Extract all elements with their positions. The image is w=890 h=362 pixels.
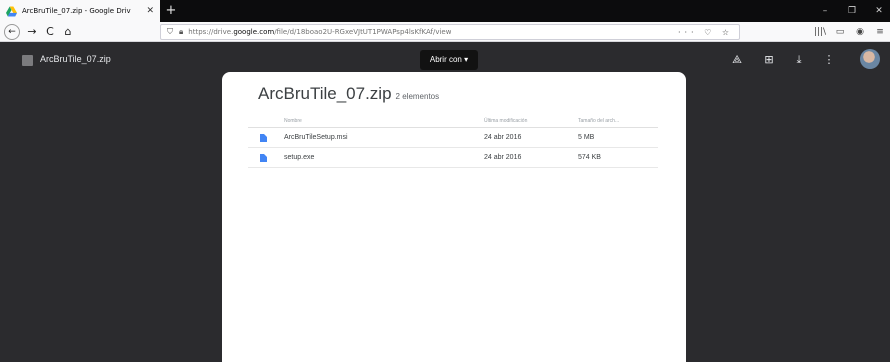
file-modified: 24 abr 2016 — [484, 134, 522, 141]
browser-toolbar: ← → C ⌂ ⛉ 🔒︎ https://drive.google.com/fi… — [0, 22, 890, 42]
minimize-button[interactable]: – — [816, 3, 834, 19]
shield-icon[interactable]: ⛉ — [167, 27, 173, 37]
table-header: Nombre Última modificación Tamaño del ar… — [248, 112, 658, 128]
file-table: Nombre Última modificación Tamaño del ar… — [248, 112, 658, 168]
download-icon[interactable]: ⤓ — [792, 53, 806, 67]
document-icon — [260, 154, 267, 162]
open-with-label: Abrir con — [429, 55, 462, 64]
back-button[interactable]: ← — [4, 24, 20, 40]
add-to-drive-icon[interactable]: ⟁ — [730, 53, 744, 67]
viewer-file-name: ArcBruTile_07.zip — [40, 54, 111, 64]
document-icon — [260, 134, 267, 142]
file-modified: 24 abr 2016 — [484, 154, 522, 161]
tab-close-icon[interactable]: ✕ — [146, 6, 154, 16]
menu-icon[interactable]: ≡ — [872, 24, 888, 40]
table-row[interactable]: setup.exe 24 abr 2016 574 KB — [248, 148, 658, 168]
avatar[interactable] — [860, 49, 880, 69]
library-icon[interactable]: |||\ — [812, 24, 828, 40]
url-bar[interactable]: ⛉ 🔒︎ https://drive.google.com/file/d/18b… — [160, 24, 740, 40]
sidebar-icon[interactable]: ▭ — [832, 24, 848, 40]
reload-button[interactable]: C — [42, 24, 58, 40]
file-name: ArcBruTileSetup.msi — [284, 134, 348, 141]
item-count: 2 elementos — [395, 92, 440, 101]
file-name: setup.exe — [284, 154, 315, 161]
column-name: Nombre — [284, 118, 302, 124]
caret-down-icon: ▾ — [464, 55, 469, 64]
url-text[interactable]: https://drive.google.com/file/d/18boao2U… — [188, 28, 451, 36]
page-actions[interactable]: ··· ♡ ☆ — [678, 28, 733, 37]
archive-card: ArcBruTile_07.zip 2 elementos Nombre Últi… — [222, 72, 686, 362]
column-modified: Última modificación — [484, 118, 528, 124]
new-tab-button[interactable]: + — [163, 3, 179, 19]
browser-tab[interactable]: ArcBruTile_07.zip - Google Driv ✕ — [0, 0, 160, 22]
restore-button[interactable]: ❐ — [843, 3, 861, 19]
browser-tab-strip: ArcBruTile_07.zip - Google Driv ✕ + – ❐ … — [0, 0, 890, 22]
extension-icon[interactable]: ◉ — [852, 24, 868, 40]
google-drive-icon — [6, 5, 17, 17]
more-options-icon[interactable]: ⋮ — [822, 53, 836, 67]
archive-file-icon — [22, 55, 33, 66]
add-icon[interactable]: ⊞ — [762, 53, 776, 67]
window-close-button[interactable]: ✕ — [870, 3, 888, 19]
open-with-button[interactable]: Abrir con ▾ — [420, 50, 478, 70]
forward-button[interactable]: → — [24, 24, 40, 40]
column-size: Tamaño del arch... — [578, 118, 620, 124]
file-size: 574 KB — [578, 154, 601, 161]
archive-title: ArcBruTile_07.zip 2 elementos — [258, 84, 440, 103]
table-row[interactable]: ArcBruTileSetup.msi 24 abr 2016 5 MB — [248, 128, 658, 148]
home-button[interactable]: ⌂ — [60, 24, 76, 40]
lock-icon[interactable]: 🔒︎ — [179, 27, 183, 37]
tab-title: ArcBruTile_07.zip - Google Driv — [22, 7, 131, 15]
file-size: 5 MB — [578, 134, 595, 141]
